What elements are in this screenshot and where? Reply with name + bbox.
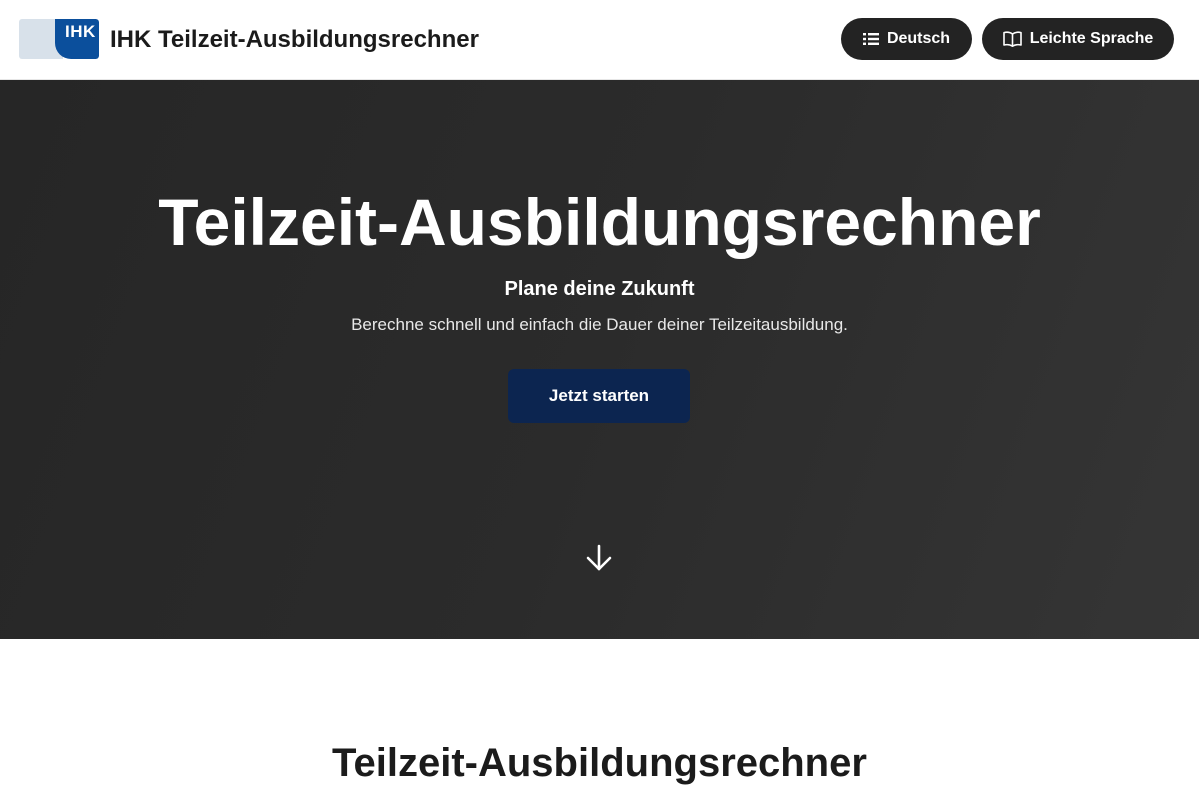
ihk-logo[interactable]: IHK [19, 19, 99, 59]
start-button[interactable]: Jetzt starten [508, 369, 690, 423]
arrow-down-icon[interactable] [583, 542, 615, 574]
book-icon [1002, 31, 1022, 47]
list-icon [862, 32, 879, 46]
hero-subtitle: Plane deine Zukunft [504, 278, 695, 300]
hero-title: Teilzeit-Ausbildungsrechner [158, 185, 1041, 259]
section-title: Teilzeit-Ausbildungsrechner [332, 741, 867, 785]
easy-language-button[interactable]: Leichte Sprache [982, 18, 1174, 60]
logo-text: IHK [65, 22, 96, 41]
site-header: IHK IHK Teilzeit-Ausbildungsrechner Deut… [0, 0, 1199, 80]
easy-language-button-label: Leichte Sprache [1029, 30, 1154, 47]
hero-description: Berechne schnell und einfach die Dauer d… [351, 315, 848, 334]
hero-section: Teilzeit-Ausbildungsrechner Plane deine … [0, 80, 1199, 639]
language-button-label: Deutsch [886, 30, 951, 47]
site-title[interactable]: IHK Teilzeit-Ausbildungsrechner [110, 24, 479, 56]
language-button[interactable]: Deutsch [841, 18, 972, 60]
